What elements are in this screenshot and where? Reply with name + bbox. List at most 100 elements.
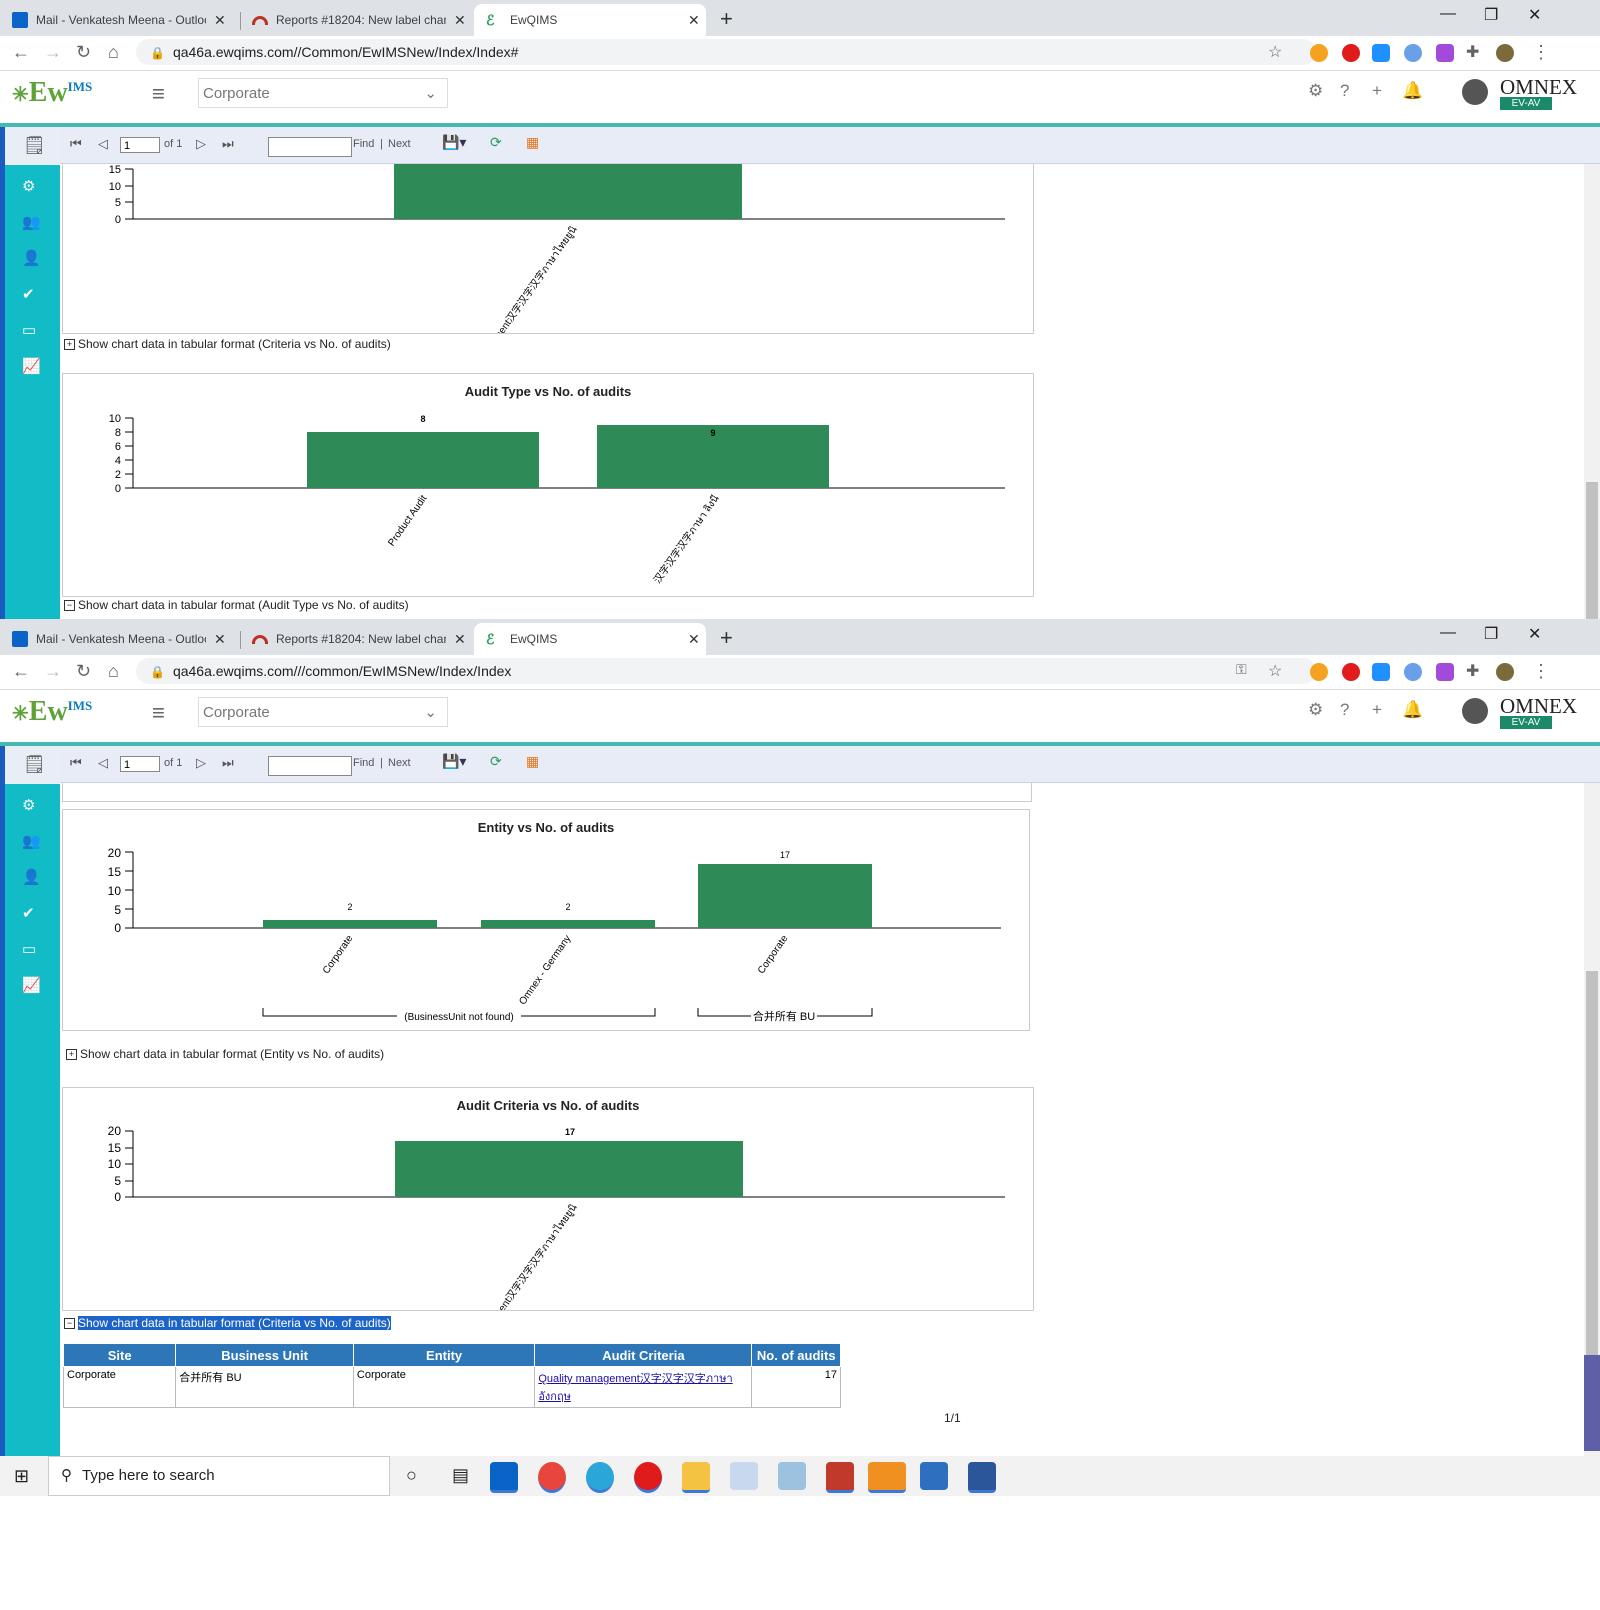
- key-icon[interactable]: ⚿: [1236, 661, 1247, 678]
- criteria-toggle[interactable]: + Show chart data in tabular format (Crit…: [64, 337, 391, 351]
- extension-icon[interactable]: [1310, 44, 1328, 62]
- bell-icon[interactable]: 🔔: [1402, 700, 1423, 720]
- reports-icon[interactable]: 🗒: [5, 127, 60, 165]
- home-icon[interactable]: ⌂: [108, 42, 119, 63]
- chart-icon[interactable]: 📈: [22, 357, 41, 375]
- word-icon[interactable]: [968, 1462, 996, 1493]
- profile-avatar[interactable]: [1496, 663, 1514, 681]
- users-group-icon[interactable]: 👥: [22, 213, 41, 231]
- url-field[interactable]: 🔒 qa46a.ewqims.com///common/EwIMSNew/Inde…: [136, 658, 1316, 684]
- site-select[interactable]: Corporate ⌄: [198, 697, 448, 727]
- first-page-icon[interactable]: ⏮: [70, 136, 82, 152]
- user-settings-icon[interactable]: 👤: [22, 249, 41, 267]
- vertical-scrollbar[interactable]: [1584, 164, 1600, 637]
- tab-ewqims[interactable]: ℰ EwQIMS ✕: [474, 623, 706, 655]
- reload-icon[interactable]: ↻: [76, 661, 91, 682]
- users-group-icon[interactable]: 👥: [22, 832, 41, 850]
- pen-icon[interactable]: [1436, 44, 1454, 62]
- back-icon[interactable]: ←: [12, 661, 30, 682]
- windows-icon[interactable]: [1372, 663, 1390, 681]
- close-tab-icon[interactable]: ✕: [454, 631, 466, 648]
- puzzle-icon[interactable]: ✚: [1466, 42, 1479, 62]
- settings-icon[interactable]: ⚙: [1308, 81, 1323, 101]
- settings-icon[interactable]: ⚙: [22, 177, 35, 195]
- help-icon[interactable]: ?: [1340, 81, 1349, 101]
- settings-icon[interactable]: ⚙: [1308, 700, 1323, 720]
- taskbar-search[interactable]: ⚲ Type here to search: [48, 1456, 390, 1496]
- minimize-button[interactable]: —: [1440, 5, 1456, 23]
- outlook-taskbar-icon[interactable]: [490, 1462, 518, 1493]
- find-link[interactable]: Find: [353, 757, 374, 769]
- hamburger-icon[interactable]: ≡: [152, 700, 165, 726]
- find-input[interactable]: [268, 137, 352, 157]
- new-tab-button[interactable]: +: [720, 6, 733, 32]
- extension-icon[interactable]: [1310, 663, 1328, 681]
- forward-icon[interactable]: →: [44, 661, 62, 682]
- close-window-button[interactable]: ✕: [1528, 624, 1541, 644]
- vertical-scrollbar[interactable]: [1584, 783, 1600, 1457]
- app-icon[interactable]: [778, 1462, 806, 1490]
- opera-icon[interactable]: [1342, 44, 1360, 62]
- user-settings-icon[interactable]: 👤: [22, 868, 41, 886]
- user-avatar[interactable]: [1462, 79, 1488, 105]
- tab-reports[interactable]: Reports #18204: New label change ✕: [240, 623, 466, 655]
- opera-icon[interactable]: [1342, 663, 1360, 681]
- last-page-icon[interactable]: ⏭: [222, 755, 234, 771]
- criteria-link[interactable]: Quality management汉字汉字汉字ภาษาอังกฤษ: [538, 1373, 732, 1403]
- help-icon[interactable]: ?: [1340, 700, 1349, 720]
- first-page-icon[interactable]: ⏮: [70, 755, 82, 771]
- teams-icon[interactable]: [868, 1462, 906, 1493]
- opera-taskbar-icon[interactable]: [634, 1462, 662, 1493]
- close-tab-icon[interactable]: ✕: [454, 12, 466, 29]
- tab-ewqims[interactable]: ℰ EwQIMS ✕: [474, 4, 706, 36]
- profile-avatar[interactable]: [1496, 44, 1514, 62]
- chrome-taskbar-icon[interactable]: [538, 1462, 566, 1493]
- user-check-icon[interactable]: ✔: [22, 904, 35, 922]
- extension-icon[interactable]: [1404, 44, 1422, 62]
- next-page-icon[interactable]: ▷: [196, 755, 206, 771]
- prev-page-icon[interactable]: ◁: [98, 136, 108, 152]
- bell-icon[interactable]: 🔔: [1402, 81, 1423, 101]
- forward-icon[interactable]: →: [44, 42, 62, 63]
- entity-toggle[interactable]: + Show chart data in tabular format (Enti…: [66, 1047, 384, 1061]
- user-avatar[interactable]: [1462, 698, 1488, 724]
- find-input[interactable]: [268, 756, 352, 776]
- export-icon[interactable]: 💾▾: [442, 134, 466, 151]
- close-tab-icon[interactable]: ✕: [688, 12, 700, 29]
- bookmark-star-icon[interactable]: ☆: [1268, 661, 1282, 681]
- next-link[interactable]: Next: [388, 138, 411, 150]
- find-link[interactable]: Find: [353, 138, 374, 150]
- presentation-icon[interactable]: ▭: [22, 940, 36, 958]
- print-icon[interactable]: ▦: [526, 753, 539, 770]
- reload-icon[interactable]: ↻: [76, 42, 91, 63]
- minimize-button[interactable]: —: [1440, 624, 1456, 642]
- tab-outlook[interactable]: Mail - Venkatesh Meena - Outlook ✕: [0, 623, 226, 655]
- close-tab-icon[interactable]: ✕: [214, 12, 226, 29]
- page-number-input[interactable]: 1: [120, 137, 160, 153]
- next-page-icon[interactable]: ▷: [196, 136, 206, 152]
- add-icon[interactable]: +: [1372, 700, 1382, 720]
- new-tab-button[interactable]: +: [720, 625, 733, 651]
- criteria-toggle[interactable]: − Show chart data in tabular format (Crit…: [64, 1316, 391, 1330]
- audit-type-toggle[interactable]: − Show chart data in tabular format (Audi…: [64, 598, 409, 612]
- next-link[interactable]: Next: [388, 757, 411, 769]
- last-page-icon[interactable]: ⏭: [222, 136, 234, 152]
- home-icon[interactable]: ⌂: [108, 661, 119, 682]
- reports-icon[interactable]: 🗒: [5, 746, 60, 784]
- task-view-icon[interactable]: ▤: [452, 1465, 469, 1486]
- edge-taskbar-icon[interactable]: [586, 1462, 614, 1493]
- prev-page-icon[interactable]: ◁: [98, 755, 108, 771]
- presentation-icon[interactable]: ▭: [22, 321, 36, 339]
- user-check-icon[interactable]: ✔: [22, 285, 35, 303]
- tab-reports[interactable]: Reports #18204: New label change ✕: [240, 4, 466, 36]
- bookmark-star-icon[interactable]: ☆: [1268, 42, 1282, 62]
- hamburger-icon[interactable]: ≡: [152, 81, 165, 107]
- restore-button[interactable]: ❐: [1484, 5, 1498, 25]
- close-window-button[interactable]: ✕: [1528, 5, 1541, 25]
- settings-icon[interactable]: ⚙: [22, 796, 35, 814]
- windows-start-icon[interactable]: ⊞: [14, 1466, 29, 1487]
- tab-outlook[interactable]: Mail - Venkatesh Meena - Outlook ✕: [0, 4, 226, 36]
- export-icon[interactable]: 💾▾: [442, 753, 466, 770]
- close-tab-icon[interactable]: ✕: [214, 631, 226, 648]
- photos-icon[interactable]: [920, 1462, 948, 1490]
